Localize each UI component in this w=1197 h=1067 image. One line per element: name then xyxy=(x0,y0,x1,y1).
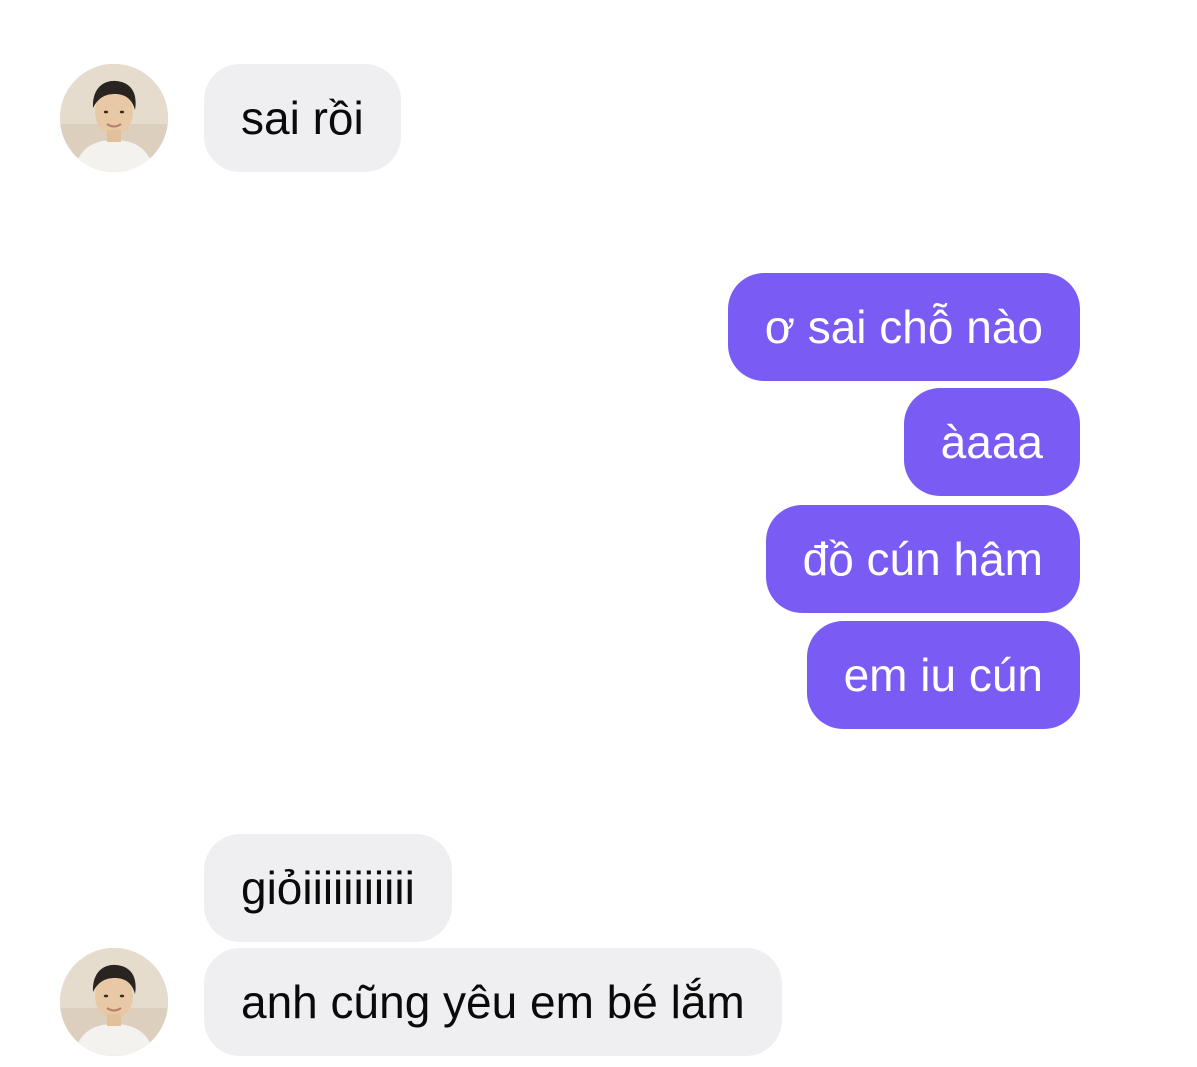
outgoing-message[interactable]: àaaa xyxy=(903,388,1080,496)
incoming-message[interactable]: sai rồi xyxy=(204,64,401,172)
message-text: anh cũng yêu em bé lắm xyxy=(241,976,745,1028)
incoming-message[interactable]: anh cũng yêu em bé lắm xyxy=(204,948,782,1056)
message-text: sai rồi xyxy=(241,92,364,144)
outgoing-message[interactable]: đồ cún hâm xyxy=(765,505,1080,613)
contact-avatar[interactable] xyxy=(60,64,168,172)
message-text: ơ sai chỗ nào xyxy=(764,301,1043,353)
message-text: giỏiiiiiiiiiii xyxy=(241,862,415,914)
message-text: đồ cún hâm xyxy=(802,533,1043,585)
chat-screen: { "conversation": { "messages": [ { "sen… xyxy=(0,0,1197,1067)
outgoing-message[interactable]: em iu cún xyxy=(806,621,1080,729)
incoming-message[interactable]: giỏiiiiiiiiiii xyxy=(204,834,452,942)
contact-avatar[interactable] xyxy=(60,948,168,1056)
outgoing-message[interactable]: ơ sai chỗ nào xyxy=(727,273,1080,381)
message-text: em iu cún xyxy=(843,649,1043,701)
message-text: àaaa xyxy=(940,416,1043,468)
avatar-photo-icon xyxy=(60,948,168,1056)
avatar-photo-icon xyxy=(60,64,168,172)
